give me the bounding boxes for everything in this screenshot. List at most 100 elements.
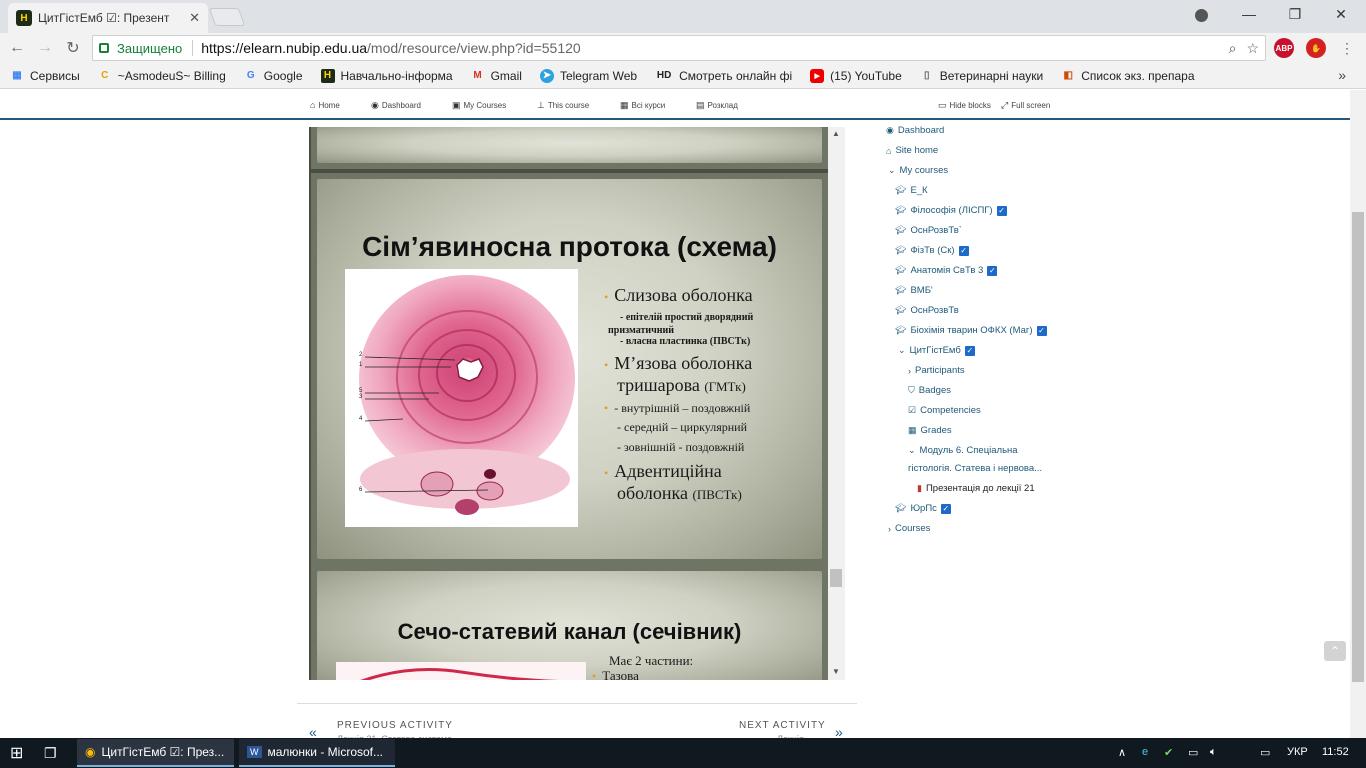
graduation-cap-icon: 🎓︎ <box>895 245 907 255</box>
chevron-down-icon: ⌄ <box>908 445 916 455</box>
tree-module[interactable]: ⌄ Модуль 6. Спеціальна <box>908 445 1018 456</box>
clock[interactable]: 11:52 <box>1322 746 1349 758</box>
tree-course-5[interactable]: 🎓︎ ВМБ' <box>895 285 933 296</box>
tray-chevron-up-icon[interactable]: ∧ <box>1118 746 1126 759</box>
battery-icon[interactable]: ▭ <box>1260 746 1270 759</box>
page-scroll-thumb[interactable] <box>1352 212 1364 682</box>
bookmark-telegram[interactable]: ➤ Telegram Web <box>539 68 637 83</box>
graduation-cap-icon: 🎓︎ <box>895 205 907 215</box>
menu-icon[interactable]: ⋮ <box>1336 37 1358 59</box>
nav-my-courses[interactable]: ▣ My Courses <box>452 100 506 111</box>
volume-icon[interactable]: 🔈︎ <box>1210 746 1217 759</box>
windows-start-icon[interactable]: ⊞ <box>10 738 23 768</box>
page-scrollbar[interactable] <box>1350 90 1366 738</box>
tree-course-1[interactable]: 🎓︎ Філософія (ЛІСПГ) ✓ <box>895 205 1007 216</box>
forward-icon[interactable]: → <box>34 37 56 59</box>
language-indicator[interactable]: УКР <box>1287 746 1308 758</box>
adblock-icon[interactable]: ABP <box>1274 38 1294 58</box>
bookmark-vet[interactable]: ▯ Ветеринарні науки <box>920 69 1043 83</box>
tree-site-home[interactable]: ⌂ Site home <box>886 145 938 156</box>
close-window-icon[interactable]: ✕ <box>1318 0 1364 28</box>
tree-badges[interactable]: ⛉ Badges <box>908 385 951 396</box>
tree-course-2[interactable]: 🎓︎ ОснРозвТв` <box>895 225 962 236</box>
tree-grades[interactable]: ▦ Grades <box>908 425 952 436</box>
tray-check-icon[interactable]: ✔ <box>1164 746 1173 759</box>
tree-competencies[interactable]: ☑ Competencies <box>908 405 981 416</box>
new-tab-button[interactable] <box>208 8 246 26</box>
full-screen-button[interactable]: ⤢ Full screen <box>1001 100 1050 111</box>
viewer-scroll-thumb[interactable] <box>830 569 842 587</box>
tree-module-line2: гістологія. Статева і нервова... <box>908 463 1043 474</box>
nav-all-courses[interactable]: ▦ Всі курси <box>620 100 665 111</box>
viewer-scrollbar[interactable]: ▲ ▼ <box>828 127 845 680</box>
taskbar-chrome[interactable]: ◉ ЦитГістЕмб ☑: През... <box>77 739 234 767</box>
back-icon[interactable]: ← <box>6 37 28 59</box>
browser-tab-active[interactable]: Н ЦитГістЕмб ☑: Презент ✕ <box>8 3 208 33</box>
next-activity-link[interactable]: NEXT ACTIVITY <box>739 720 826 731</box>
address-bar[interactable]: Защищено https://elearn.nubip.edu.ua/mod… <box>92 35 1266 61</box>
tree-course-6[interactable]: 🎓︎ ОснРозвТв <box>895 305 959 316</box>
nav-home[interactable]: ⌂ Home <box>310 100 340 110</box>
slide-previous <box>311 127 828 169</box>
secure-label: Защищено <box>117 40 183 56</box>
slide2-text1: Має 2 частини: <box>609 653 694 668</box>
back-to-top-button[interactable]: ⌃ <box>1324 641 1346 661</box>
tree-course-last[interactable]: 🎓︎ ЮрПс ✓ <box>895 503 951 514</box>
dashboard-icon: ◉ <box>886 125 894 135</box>
hide-blocks-button[interactable]: ▭ Hide blocks <box>938 100 991 111</box>
tree-participants[interactable]: › Participants <box>908 365 965 376</box>
tree-course-4[interactable]: 🎓︎ Анатомія СвТв 3 ✓ <box>895 265 998 276</box>
home-icon: ⌂ <box>310 100 316 110</box>
profile-icon[interactable] <box>1188 4 1214 26</box>
tray-e-icon[interactable]: e <box>1142 746 1148 758</box>
graduation-cap-icon: 🎓︎ <box>895 325 907 335</box>
taskbar-word[interactable]: Wмалюнки - Microsof... <box>239 739 395 767</box>
bookmark-services[interactable]: ▦ Сервисы <box>10 69 79 83</box>
bookmark-youtube[interactable]: ▶ (15) YouTube <box>810 68 902 83</box>
bookmark-gmail[interactable]: M Gmail <box>471 69 522 83</box>
tree-course-0[interactable]: 🎓︎ Е_К <box>895 185 928 196</box>
bookmark-list[interactable]: ◧ Список экз. препара <box>1061 69 1194 83</box>
stop-extension-icon[interactable]: ✋ <box>1306 38 1326 58</box>
nav-schedule[interactable]: ▤ Розклад <box>696 100 738 111</box>
home-icon: ⌂ <box>886 145 892 156</box>
table-icon: ▦ <box>908 425 917 435</box>
previous-activity-link[interactable]: PREVIOUS ACTIVITY <box>337 720 453 731</box>
minimize-icon[interactable]: — <box>1226 0 1272 28</box>
nubip-favicon-icon: Н <box>16 10 32 26</box>
nav-this-course[interactable]: ⊥ This course <box>537 100 589 111</box>
bookmark-hd[interactable]: HD Смотреть онлайн фі <box>655 69 792 83</box>
bookmark-google[interactable]: G Google <box>244 69 303 83</box>
bookmark-billing[interactable]: C ~AsmodeuS~ Billing <box>98 69 226 83</box>
network-icon[interactable]: ▭ <box>1188 746 1198 759</box>
task-view-icon[interactable]: ❐ <box>44 738 57 768</box>
tree-course-3[interactable]: 🎓︎ ФізТв (Ск) ✓ <box>895 245 969 256</box>
slide-vas-deferens: Сім’явиносна протока (схема) 2 1 5 3 4 6… <box>311 173 828 565</box>
bookmarks-more-icon[interactable]: » <box>1338 67 1346 83</box>
tree-current-course[interactable]: ⌄ ЦитГістЕмб ✓ <box>898 345 975 356</box>
tree-courses[interactable]: › Courses <box>888 523 930 534</box>
tree-resource-current[interactable]: ▮ Презентація до лекції 21 <box>917 483 1035 494</box>
star-icon[interactable]: ☆ <box>1246 40 1259 57</box>
reload-icon[interactable]: ↻ <box>62 37 84 59</box>
tree-dashboard[interactable]: ◉ Dashboard <box>886 125 944 136</box>
dashboard-icon: ◉ <box>371 100 379 110</box>
bookmark-nubip[interactable]: Н Навчально-інформа <box>320 68 453 83</box>
chevron-down-icon: ⌄ <box>888 165 896 175</box>
briefcase-icon: ▣ <box>452 100 461 110</box>
chevron-right-icon: › <box>908 365 911 376</box>
pdf-viewer[interactable]: Сім’явиносна протока (схема) 2 1 5 3 4 6… <box>309 127 845 680</box>
bullet-layer-inner: • - внутрішній – поздовжній <box>604 401 751 415</box>
nav-dashboard[interactable]: ◉ Dashboard <box>371 100 421 111</box>
c-icon: C <box>101 70 109 81</box>
zoom-icon[interactable]: ⌕ <box>1229 40 1237 57</box>
tree-my-courses[interactable]: ⌄ My courses <box>888 165 948 176</box>
word-icon: W <box>247 746 262 758</box>
label-6: 6 <box>359 487 363 493</box>
sitemap-icon: ⊥ <box>537 100 545 110</box>
maximize-icon[interactable]: ❐ <box>1272 0 1318 28</box>
close-tab-icon[interactable]: ✕ <box>189 10 200 26</box>
gmail-icon: M <box>473 70 482 81</box>
tree-course-7[interactable]: 🎓︎ Біохімія тварин ОФКХ (Маг) ✓ <box>895 325 1047 336</box>
hd-icon: HD <box>656 70 672 81</box>
